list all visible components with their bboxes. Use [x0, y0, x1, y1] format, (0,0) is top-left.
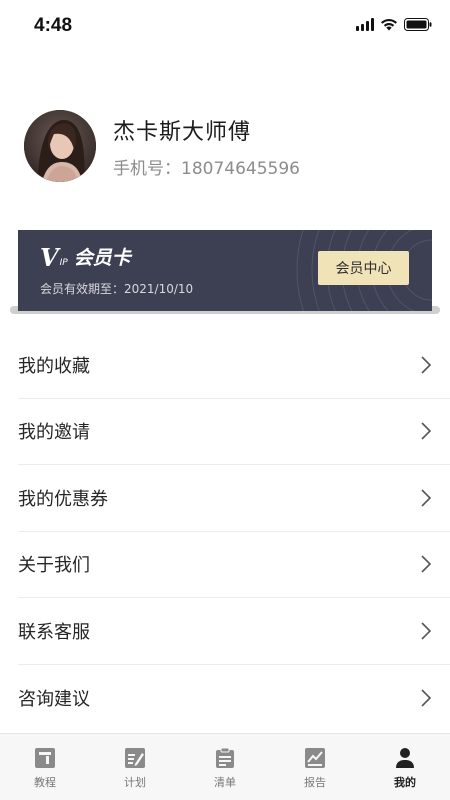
tab-plan[interactable]: 计划 — [90, 734, 180, 800]
vip-card-wrapper: V IP 会员卡 会员有效期至：2021/10/10 会员中心 — [10, 230, 440, 314]
chevron-right-icon — [421, 622, 432, 640]
tab-tutorial[interactable]: 教程 — [0, 734, 90, 800]
status-bar: 4:48 — [0, 0, 450, 54]
menu-item-label: 咨询建议 — [18, 688, 90, 710]
vip-logo: V IP 会员卡 — [40, 246, 131, 270]
menu-item-label: 关于我们 — [18, 555, 90, 577]
vip-expiry-text: 会员有效期至：2021/10/10 — [40, 282, 194, 296]
profile-header[interactable]: 杰卡斯大师傅 手机号：18074645596 — [24, 110, 424, 182]
menu-item-customer-service[interactable]: 联系客服 — [18, 598, 450, 665]
tab-report[interactable]: 报告 — [270, 734, 360, 800]
status-time: 4:48 — [34, 15, 73, 36]
tab-label: 报告 — [304, 776, 326, 789]
menu-item-favorites[interactable]: 我的收藏 — [18, 332, 450, 399]
report-icon — [303, 746, 327, 770]
tutorial-icon — [33, 746, 57, 770]
bottom-tab-bar: 教程 计划 清单 报告 我的 — [0, 733, 450, 800]
user-name: 杰卡斯大师傅 — [113, 120, 252, 145]
chevron-right-icon — [421, 555, 432, 573]
menu-item-about-us[interactable]: 关于我们 — [18, 532, 450, 598]
plan-icon — [123, 746, 147, 770]
battery-icon — [404, 18, 432, 31]
tab-label: 教程 — [34, 776, 56, 789]
chevron-right-icon — [421, 356, 432, 374]
cellular-signal-icon — [356, 18, 374, 31]
tab-label: 我的 — [394, 776, 416, 789]
chevron-right-icon — [421, 422, 432, 440]
avatar[interactable] — [24, 110, 96, 182]
profile-icon — [393, 746, 417, 770]
user-phone: 手机号：18074645596 — [113, 159, 300, 179]
vip-logo-ip: IP — [59, 258, 68, 268]
tab-label: 计划 — [124, 776, 146, 789]
chevron-right-icon — [421, 689, 432, 707]
menu-item-coupons[interactable]: 我的优惠券 — [18, 465, 450, 532]
tab-list[interactable]: 清单 — [180, 734, 270, 800]
menu-item-label: 我的优惠券 — [18, 488, 108, 510]
menu-item-label: 联系客服 — [18, 621, 90, 643]
vip-card[interactable]: V IP 会员卡 会员有效期至：2021/10/10 会员中心 — [18, 230, 432, 311]
chevron-right-icon — [421, 489, 432, 507]
tab-label: 清单 — [214, 776, 236, 789]
tab-profile[interactable]: 我的 — [360, 734, 450, 800]
menu-item-label: 我的邀请 — [18, 422, 90, 444]
menu-item-feedback[interactable]: 咨询建议 — [18, 665, 450, 732]
menu-item-label: 我的收藏 — [18, 355, 90, 377]
menu-item-invitations[interactable]: 我的邀请 — [18, 399, 450, 465]
list-icon — [213, 746, 237, 770]
vip-card-title: 会员卡 — [73, 247, 131, 269]
settings-menu: 我的收藏 我的邀请 我的优惠券 关于我们 联系客服 咨询建议 — [18, 332, 450, 731]
wifi-icon — [380, 18, 398, 31]
member-center-button[interactable]: 会员中心 — [318, 251, 409, 285]
status-icons — [356, 18, 432, 31]
vip-logo-v: V — [40, 243, 59, 272]
